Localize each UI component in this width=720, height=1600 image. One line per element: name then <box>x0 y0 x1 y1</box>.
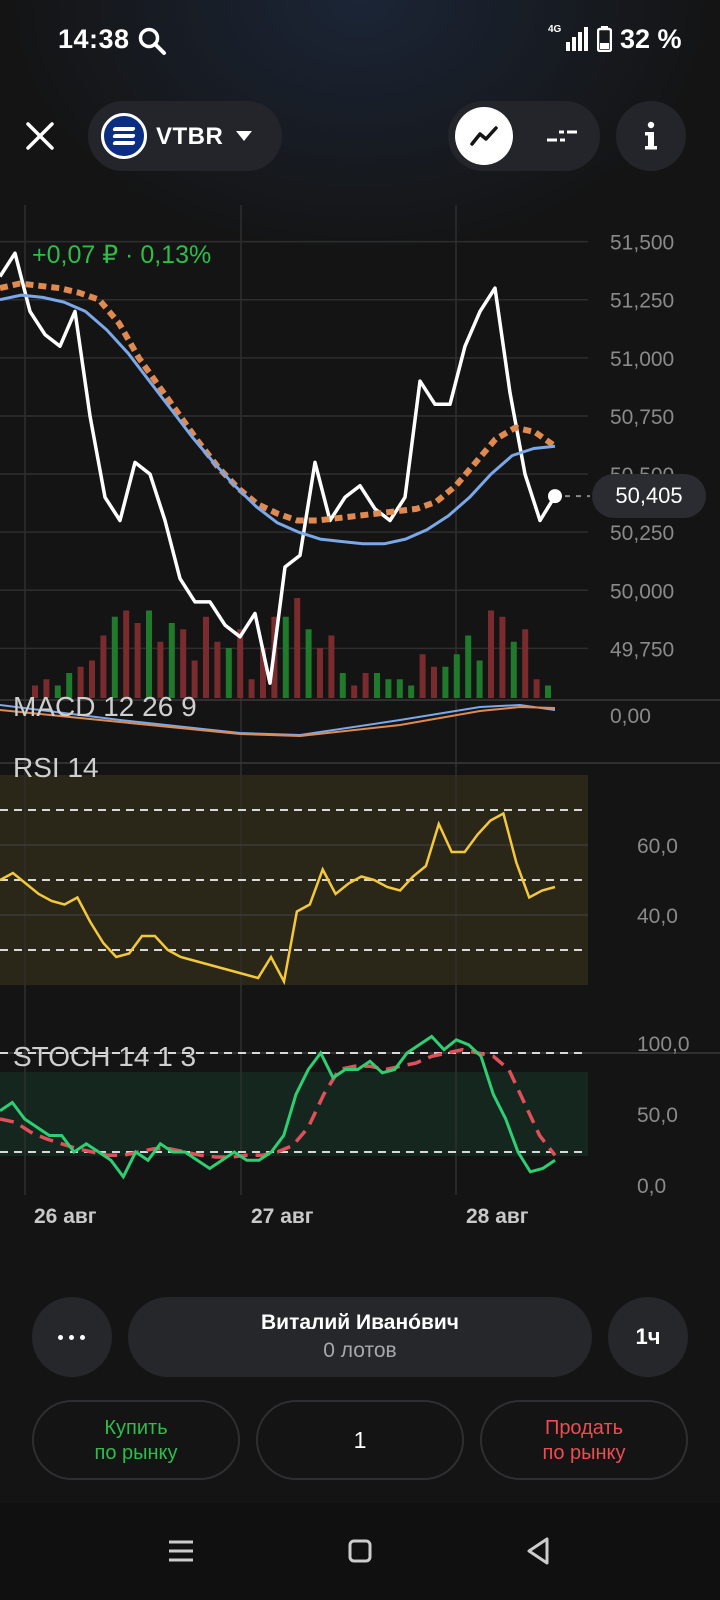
price-tick-label: 50,000 <box>610 580 674 603</box>
volume-bar <box>351 685 358 698</box>
line-chart-mode-button[interactable] <box>455 107 513 165</box>
volume-bar <box>545 685 551 698</box>
volume-bar <box>180 629 187 698</box>
volume-bar <box>431 666 437 698</box>
stoch-tick-label: 100,0 <box>637 1033 690 1056</box>
volume-bar <box>294 598 301 698</box>
volume-bar <box>157 641 164 698</box>
buy-market-button[interactable]: Купить по рынку <box>32 1400 240 1480</box>
line-chart-icon <box>470 126 498 146</box>
price-tick-label: 50,250 <box>610 522 674 545</box>
volume-bar <box>111 616 118 698</box>
battery-percent: 32 % <box>620 24 682 54</box>
quantity-input[interactable]: 1 <box>256 1400 464 1480</box>
volume-bar <box>374 673 380 698</box>
buy-label-1: Купить <box>104 1417 168 1439</box>
price-tick-label: 51,000 <box>610 348 674 371</box>
volume-bar <box>465 635 472 698</box>
vtb-logo-icon <box>101 113 147 159</box>
volume-bar <box>533 679 540 698</box>
account-selector[interactable]: Виталий Иванóвич 0 лотов <box>128 1297 592 1377</box>
info-icon <box>645 121 657 150</box>
sell-market-button[interactable]: Продать по рынку <box>480 1400 688 1480</box>
volume-bar <box>488 610 494 698</box>
volume-bar <box>225 648 232 698</box>
info-button[interactable] <box>616 101 686 171</box>
buy-label-2: по рынку <box>94 1442 178 1464</box>
volume-bar <box>339 673 346 698</box>
volume-bar <box>385 679 392 698</box>
more-button[interactable] <box>32 1297 112 1377</box>
volume-bar <box>305 629 312 698</box>
stoch-tick-label: 0,0 <box>637 1175 666 1198</box>
volume-bar <box>248 679 255 698</box>
last-price-tag: 50,405 <box>592 474 706 518</box>
sell-label-1: Продать <box>544 1417 624 1439</box>
volume-bar <box>510 641 517 698</box>
close-icon[interactable] <box>20 116 60 156</box>
volume-bar <box>317 648 323 698</box>
macd-label: MACD 12 26 9 <box>13 691 197 722</box>
price-series-line <box>0 251 557 685</box>
x-label-3: 28 авг <box>466 1205 529 1228</box>
x-label-1: 26 авг <box>34 1205 97 1228</box>
back-icon[interactable] <box>519 1531 559 1571</box>
chart-mode-toggle <box>448 101 600 171</box>
home-icon[interactable] <box>340 1531 380 1571</box>
rsi-tick-label: 60,0 <box>637 835 678 858</box>
macd-tick-label: 0,00 <box>610 705 651 728</box>
stoch-label: STOCH 14 1 3 <box>13 1041 197 1072</box>
price-change: +0,07 ₽ · 0,13% <box>32 241 212 269</box>
sell-label-2: по рынку <box>542 1442 626 1464</box>
volume-bar <box>203 616 209 698</box>
battery-icon <box>597 26 612 52</box>
price-chart: 51,50051,25051,00050,75050,50050,25050,0… <box>0 205 720 1198</box>
price-tick-label: 51,500 <box>610 232 674 255</box>
interval-button[interactable]: 1ч <box>608 1297 688 1377</box>
status-bar: 14:38 4G 32 % <box>0 0 720 80</box>
volume-bar <box>168 623 175 698</box>
ticker-selector[interactable]: VTBR <box>88 101 282 171</box>
volume-bar <box>237 629 244 698</box>
chevron-down-icon <box>236 131 252 141</box>
volume-bar <box>362 673 369 698</box>
x-label-2: 27 авг <box>251 1205 314 1228</box>
volume-bar <box>419 654 426 698</box>
price-tick-label: 49,750 <box>610 638 674 661</box>
stoch-tick-label: 50,0 <box>637 1104 678 1127</box>
account-name: Виталий Иванóвич <box>261 1311 459 1334</box>
ticker-name: VTBR <box>156 123 224 150</box>
volume-bar <box>282 616 289 698</box>
signal-icon <box>566 27 588 51</box>
price-series-line <box>0 280 557 524</box>
candles-icon <box>547 130 577 142</box>
volume-bar <box>453 654 460 698</box>
volume-bar <box>476 660 483 698</box>
volume-bar <box>408 685 415 698</box>
price-tick-label: 51,250 <box>610 290 674 313</box>
volume-bar <box>214 641 221 698</box>
candles-mode-button[interactable] <box>533 107 591 165</box>
search-icon <box>138 27 166 55</box>
volume-bar <box>146 610 152 698</box>
rsi-label: RSI 14 <box>13 752 99 783</box>
rsi-tick-label: 40,0 <box>637 905 678 928</box>
network-type: 4G <box>548 24 562 35</box>
volume-bar <box>442 666 449 698</box>
volume-bar <box>328 635 335 698</box>
chart-area[interactable]: 51,50051,25051,00050,75050,50050,25050,0… <box>0 205 720 1245</box>
last-price-dot <box>548 489 562 504</box>
account-lots: 0 лотов <box>323 1339 397 1362</box>
volume-bar <box>134 623 141 698</box>
price-tick-label: 50,750 <box>610 406 674 429</box>
volume-bar <box>522 629 529 698</box>
navigation-bar <box>0 1503 720 1600</box>
recents-icon[interactable] <box>161 1531 201 1571</box>
status-time: 14:38 <box>58 24 130 54</box>
volume-bar <box>123 610 130 698</box>
volume-bar <box>396 679 403 698</box>
volume-bar <box>499 616 506 698</box>
volume-bar <box>100 635 107 698</box>
